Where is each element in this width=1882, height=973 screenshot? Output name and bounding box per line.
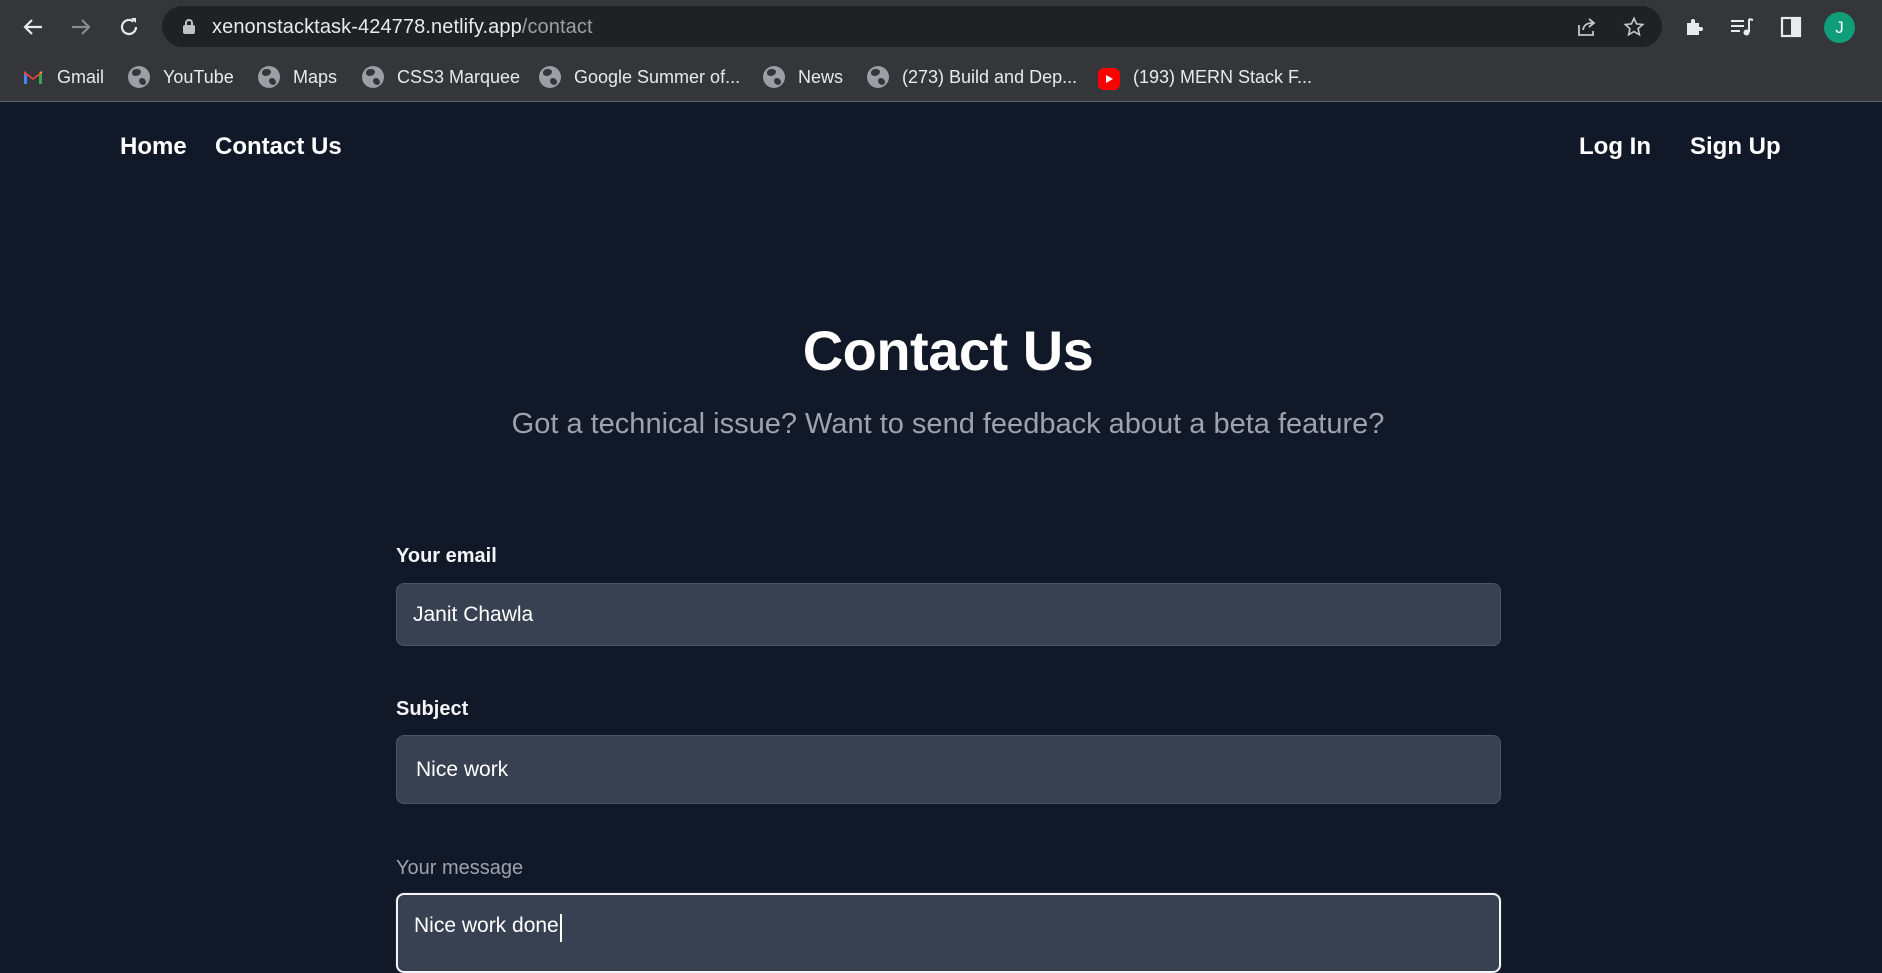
nav-login-link[interactable]: Log In	[1579, 133, 1651, 161]
forward-arrow-icon[interactable]	[64, 10, 98, 44]
bookmark-news[interactable]: News	[763, 63, 843, 91]
bookmark-build-and-deploy[interactable]: (273) Build and Dep...	[867, 63, 1077, 91]
message-textarea[interactable]: Nice work done	[396, 893, 1501, 973]
contact-page: Home Contact Us Log In Sign Up Contact U…	[0, 103, 1882, 973]
bookmark-mern-stack[interactable]: (193) MERN Stack F...	[1098, 63, 1312, 91]
subject-label: Subject	[396, 698, 469, 720]
lock-icon[interactable]	[182, 19, 196, 34]
subject-value: Nice work	[416, 757, 509, 781]
nav-home-link[interactable]: Home	[120, 133, 187, 161]
globe-icon	[867, 66, 889, 88]
bookmark-youtube[interactable]: YouTube	[128, 63, 234, 91]
gmail-icon	[22, 66, 44, 88]
globe-icon	[362, 66, 384, 88]
back-arrow-icon[interactable]	[16, 10, 50, 44]
address-bar[interactable]: xenonstacktask-424778.netlify.app/contac…	[162, 6, 1662, 47]
nav-contact-link[interactable]: Contact Us	[215, 133, 342, 161]
star-icon[interactable]	[1621, 14, 1647, 40]
email-label: Your email	[396, 545, 497, 567]
media-queue-icon[interactable]	[1727, 12, 1757, 42]
url-host: xenonstacktask-424778.netlify.app	[212, 16, 522, 38]
side-panel-icon[interactable]	[1776, 12, 1806, 42]
bookmark-gmail[interactable]: Gmail	[22, 63, 104, 91]
email-value: Janit Chawla	[413, 602, 534, 626]
share-icon[interactable]	[1574, 14, 1600, 40]
bookmark-maps[interactable]: Maps	[258, 63, 337, 91]
globe-icon	[258, 66, 280, 88]
puzzle-icon[interactable]	[1680, 12, 1710, 42]
url-text[interactable]: xenonstacktask-424778.netlify.app/contac…	[212, 16, 593, 39]
globe-icon	[763, 66, 785, 88]
message-label: Your message	[396, 857, 524, 879]
url-path: /contact	[521, 16, 593, 38]
page-subtitle: Got a technical issue? Want to send feed…	[511, 408, 1385, 440]
message-value: Nice work done	[414, 914, 559, 937]
page-title: Contact Us	[802, 319, 1094, 382]
nav-signup-link[interactable]: Sign Up	[1690, 133, 1781, 161]
globe-icon	[128, 66, 150, 88]
youtube-icon	[1098, 67, 1120, 90]
bookmark-google-summer[interactable]: Google Summer of...	[539, 63, 740, 91]
bookmark-label: (273) Build and Dep...	[902, 66, 1078, 87]
browser-toolbar: xenonstacktask-424778.netlify.app/contac…	[0, 0, 1882, 53]
bookmark-label: (193) MERN Stack F...	[1133, 66, 1313, 87]
subject-field[interactable]: Nice work	[396, 735, 1501, 804]
text-caret	[559, 914, 562, 942]
profile-avatar[interactable]: J	[1824, 12, 1855, 43]
bookmark-label: YouTube	[163, 66, 234, 87]
bookmark-css3-marquee[interactable]: CSS3 Marquee	[362, 63, 520, 91]
bookmark-label: News	[798, 66, 844, 87]
bookmark-label: Google Summer of...	[574, 66, 741, 87]
bookmark-label: Maps	[293, 66, 338, 87]
bookmarks-bar: Gmail YouTube Maps CSS3 Marquee Google S…	[0, 53, 1882, 102]
reload-icon[interactable]	[112, 10, 146, 44]
email-field[interactable]: Janit Chawla	[396, 583, 1501, 646]
bookmark-label: CSS3 Marquee	[397, 66, 521, 87]
bookmark-label: Gmail	[57, 66, 105, 87]
globe-icon	[539, 66, 561, 88]
